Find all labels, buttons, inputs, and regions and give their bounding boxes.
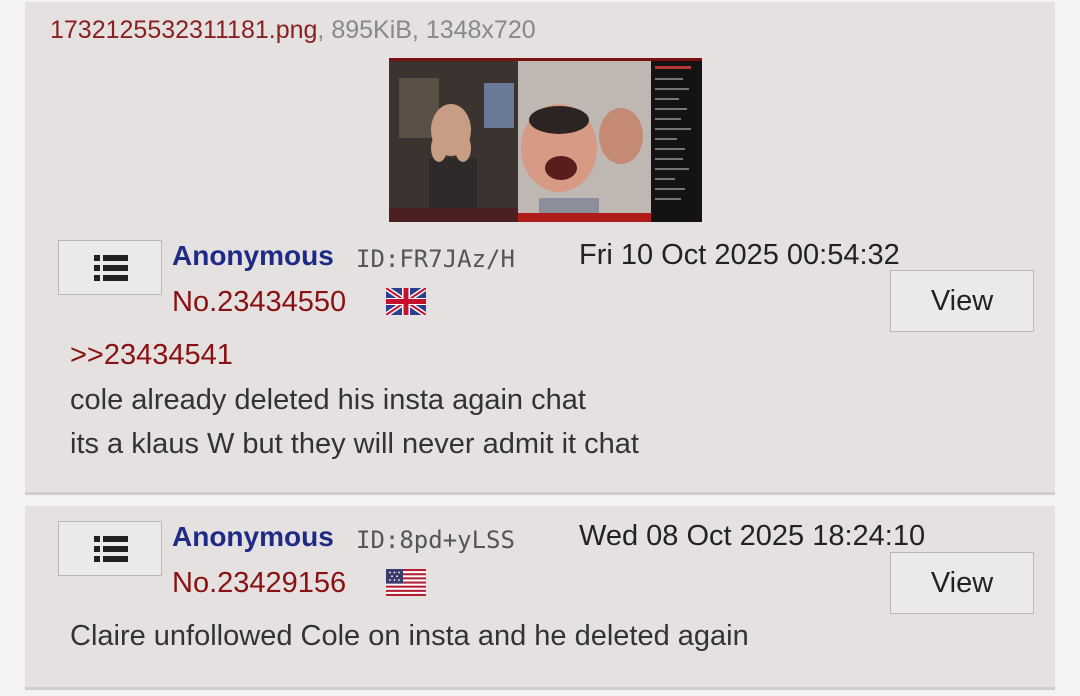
post-menu-button[interactable] <box>58 521 162 576</box>
quote-link[interactable]: >>23434541 <box>70 339 233 372</box>
thumbnail-picture <box>389 58 702 222</box>
file-info: 1732125532311181.png, 895KiB, 1348x720 <box>50 16 536 45</box>
post-menu-button[interactable] <box>58 240 162 295</box>
post-number-link[interactable]: No.23429156 <box>172 567 346 600</box>
post: 1732125532311181.png, 895KiB, 1348x720 A… <box>25 2 1055 495</box>
thumbnail-image[interactable] <box>389 58 702 222</box>
poster-id[interactable]: ID:8pd+yLSS <box>356 526 515 554</box>
view-button[interactable]: View <box>890 552 1034 614</box>
comment-line: its a klaus W but they will never admit … <box>70 428 639 460</box>
post-date: Fri 10 Oct 2025 00:54:32 <box>579 239 900 271</box>
menu-list-icon <box>94 536 128 562</box>
us-flag-icon <box>386 569 426 596</box>
comment-line: Claire unfollowed Cole on insta and he d… <box>70 620 749 652</box>
post-number-link[interactable]: No.23434550 <box>172 286 346 319</box>
menu-list-icon <box>94 255 128 281</box>
uk-flag-icon <box>386 288 426 315</box>
poster-name: Anonymous <box>172 521 334 552</box>
post-date: Wed 08 Oct 2025 18:24:10 <box>579 520 926 552</box>
file-meta: , 895KiB, 1348x720 <box>317 16 536 44</box>
file-name-link[interactable]: 1732125532311181.png <box>50 16 317 44</box>
post: Anonymous ID:8pd+yLSS Wed 08 Oct 2025 18… <box>25 506 1055 690</box>
poster-name: Anonymous <box>172 240 334 271</box>
view-button[interactable]: View <box>890 270 1034 332</box>
poster-id[interactable]: ID:FR7JAz/H <box>356 245 515 273</box>
comment-line: cole already deleted his insta again cha… <box>70 384 586 416</box>
